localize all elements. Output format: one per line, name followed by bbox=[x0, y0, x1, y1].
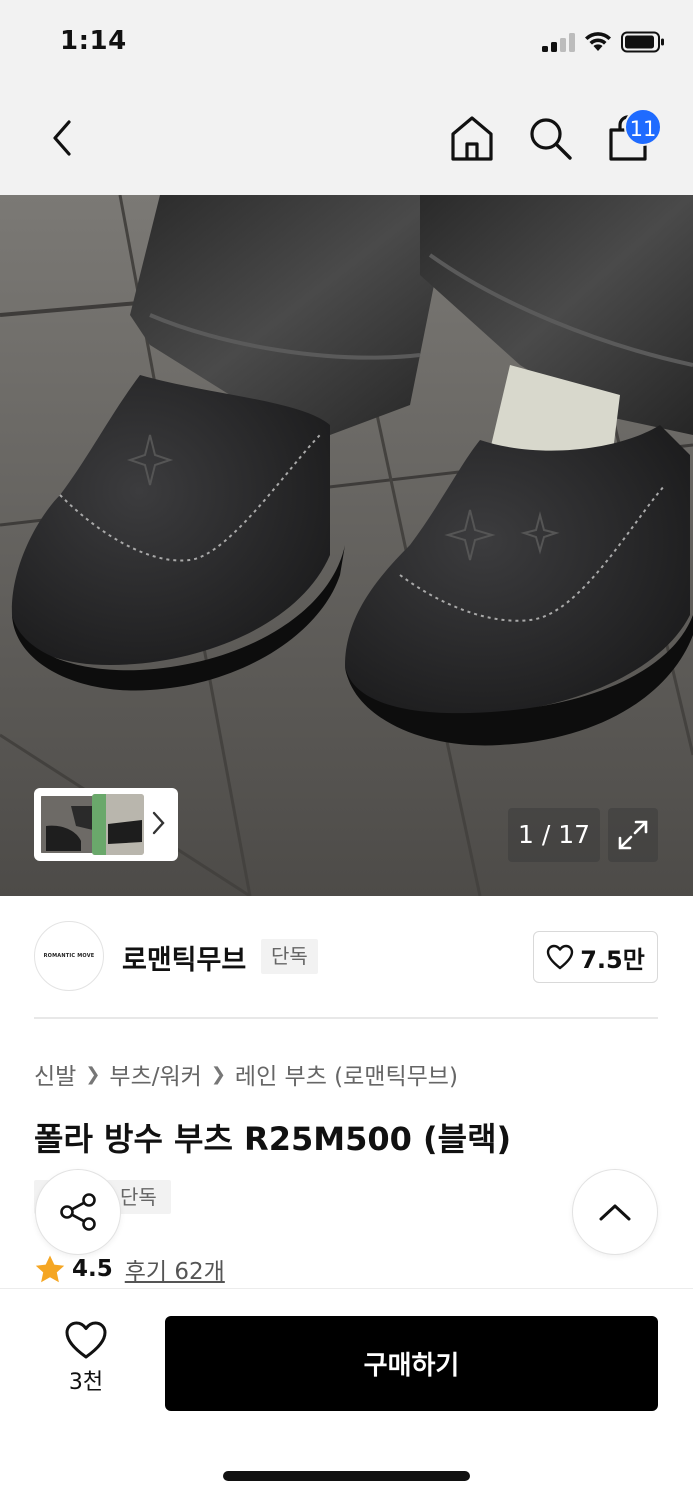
brand-exclusive-tag: 단독 bbox=[261, 939, 318, 974]
status-bar: 1:14 bbox=[0, 0, 693, 84]
thumbnail-strip[interactable] bbox=[34, 788, 178, 861]
review-count-link[interactable]: 후기 62개 bbox=[125, 1252, 225, 1286]
home-button[interactable] bbox=[446, 112, 498, 164]
wishlist-button[interactable]: 3천 bbox=[50, 1320, 122, 1396]
top-nav bbox=[0, 84, 693, 195]
thumbnail-next-button[interactable] bbox=[152, 810, 166, 840]
battery-icon bbox=[621, 31, 664, 53]
product-title: 폴라 방수 부츠 R25M500 (블랙) bbox=[34, 1120, 512, 1158]
breadcrumb-item[interactable]: 레인 부츠 (로맨틱무브) bbox=[235, 1057, 458, 1091]
heart-icon bbox=[65, 1321, 107, 1359]
wifi-icon bbox=[585, 32, 611, 51]
breadcrumb-item[interactable]: 신발 bbox=[34, 1057, 76, 1091]
brand-like-count: 7.5만 bbox=[580, 945, 645, 974]
cart-count-badge: 11 bbox=[624, 108, 662, 146]
expand-icon bbox=[618, 820, 648, 850]
brand-name[interactable]: 로맨틱무브 bbox=[122, 938, 246, 977]
thumbnail-2[interactable] bbox=[92, 794, 144, 855]
home-indicator bbox=[223, 1471, 470, 1481]
breadcrumb: 신발 ❯ 부츠/워커 ❯ 레인 부츠 (로맨틱무브) bbox=[34, 1057, 458, 1091]
rating-row: 4.5 후기 62개 bbox=[34, 1252, 225, 1286]
rating-score: 4.5 bbox=[72, 1256, 113, 1282]
thumbnail-1[interactable] bbox=[39, 794, 95, 855]
chevron-up-icon bbox=[599, 1204, 631, 1221]
breadcrumb-item[interactable]: 부츠/워커 bbox=[109, 1057, 201, 1091]
back-arrow-icon bbox=[53, 120, 71, 156]
scroll-to-top-button[interactable] bbox=[572, 1169, 658, 1255]
signal-icon bbox=[542, 32, 576, 52]
heart-icon bbox=[546, 944, 574, 970]
thumbnail-image bbox=[41, 796, 93, 853]
image-counter: 1 / 17 bbox=[508, 808, 600, 862]
expand-button[interactable] bbox=[608, 808, 658, 862]
wishlist-count: 3천 bbox=[68, 1370, 104, 1395]
thumbnail-image bbox=[92, 794, 144, 855]
home-icon bbox=[451, 116, 493, 161]
search-icon bbox=[530, 118, 572, 160]
search-button[interactable] bbox=[524, 112, 576, 164]
brand-logo[interactable]: ROMANTIC MOVE bbox=[34, 921, 104, 991]
divider bbox=[34, 1017, 658, 1019]
chevron-right-icon: ❯ bbox=[210, 1063, 226, 1085]
back-button[interactable] bbox=[36, 112, 88, 164]
star-icon bbox=[35, 1255, 65, 1283]
brand-like-button[interactable]: 7.5만 bbox=[533, 931, 658, 983]
chevron-right-icon: ❯ bbox=[85, 1063, 101, 1085]
share-button[interactable] bbox=[35, 1169, 121, 1255]
brand-logo-text: ROMANTIC MOVE bbox=[43, 953, 95, 959]
share-icon bbox=[60, 1193, 96, 1231]
buy-button[interactable]: 구매하기 bbox=[165, 1316, 658, 1411]
status-time: 1:14 bbox=[60, 26, 127, 56]
chevron-right-icon bbox=[152, 811, 165, 835]
